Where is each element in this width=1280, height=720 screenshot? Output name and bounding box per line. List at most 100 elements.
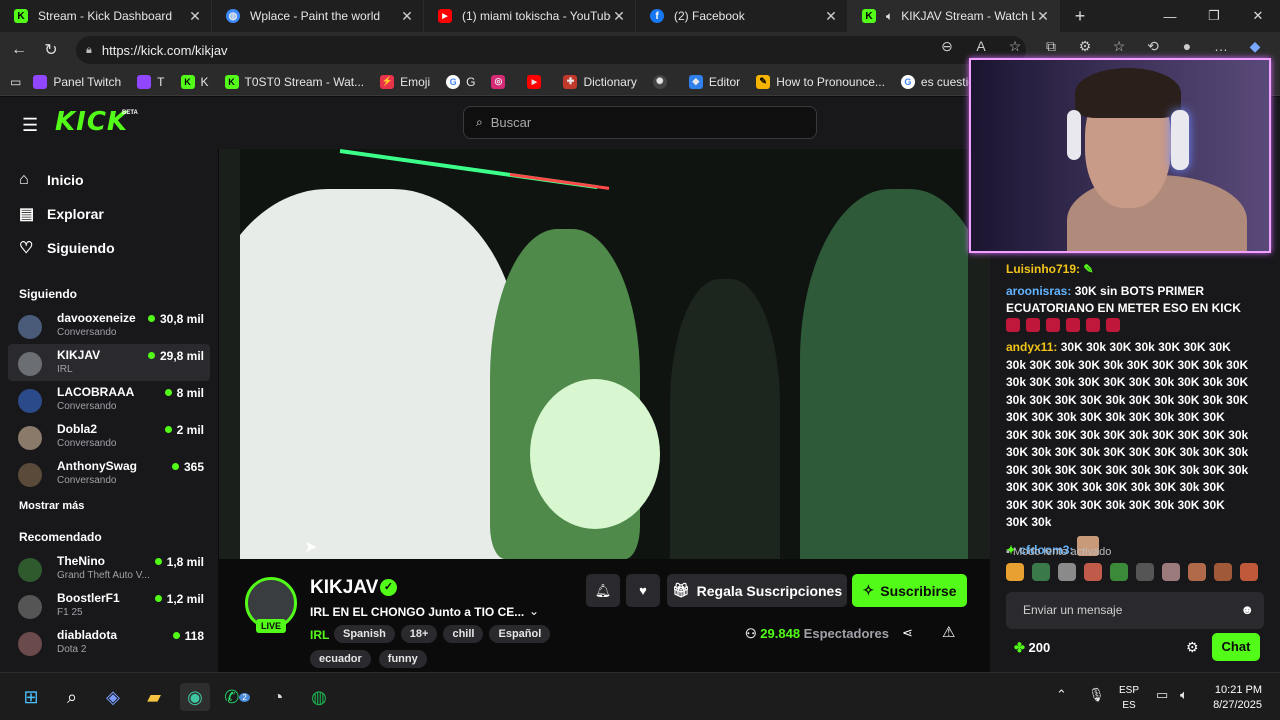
close-tab-icon[interactable]: ✕: [187, 8, 203, 25]
zoom-icon[interactable]: ⊖: [930, 38, 964, 55]
site-info-icon[interactable]: 🔒︎: [86, 44, 92, 57]
history-icon[interactable]: ⟲: [1136, 38, 1170, 55]
emote-icon[interactable]: [1032, 563, 1050, 581]
network-icon[interactable]: ▭: [1156, 687, 1168, 703]
extensions-icon[interactable]: ⧉: [1034, 38, 1068, 55]
close-tab-icon[interactable]: ✕: [823, 8, 839, 25]
bookmark-google[interactable]: GG: [446, 74, 475, 89]
channel-item[interactable]: KIKJAV IRL 29,8 mil: [8, 344, 210, 381]
menu-icon[interactable]: ☰: [22, 115, 38, 136]
tag[interactable]: Español: [489, 625, 551, 643]
maximize-icon[interactable]: ❐: [1192, 0, 1236, 32]
app-icon[interactable]: ◈: [98, 683, 128, 711]
emoji-picker-icon[interactable]: ☻: [1240, 602, 1254, 617]
follow-button[interactable]: ♥: [626, 574, 660, 607]
tab-kikjav-stream[interactable]: K 🔈︎ KIKJAV Stream - Watch Live ✕: [848, 0, 1060, 32]
emote-icon[interactable]: [1110, 563, 1128, 581]
show-more-link[interactable]: Mostrar más: [19, 500, 218, 512]
gift-subs-button[interactable]: 🎁︎ Regala Suscripciones: [667, 574, 847, 607]
channel-item[interactable]: diabladota Dota 2 118: [8, 624, 210, 661]
kick-logo[interactable]: KICK: [55, 107, 128, 137]
copilot-icon[interactable]: ◆: [1238, 38, 1272, 55]
bookmark-editor[interactable]: ◆ Editor: [688, 74, 740, 89]
bookmark-dictionary[interactable]: ✚ Dictionary: [563, 74, 637, 89]
emote-icon[interactable]: [1006, 563, 1024, 581]
input-language[interactable]: ESP ES: [1118, 683, 1140, 713]
spotify-icon[interactable]: ◍: [304, 683, 334, 711]
read-aloud-icon[interactable]: A: [964, 38, 998, 55]
chat-settings-icon[interactable]: ⚙: [1186, 639, 1199, 656]
edge-browser-icon[interactable]: ◉: [180, 683, 210, 711]
extension-icon[interactable]: ⚙: [1068, 38, 1102, 55]
obs-icon[interactable]: ◔: [263, 683, 293, 711]
tab-youtube[interactable]: ▶ (1) miami tokischa - YouTube ✕: [424, 0, 636, 32]
bookmark-how-to-pronounce[interactable]: ✎ How to Pronounce...: [756, 74, 885, 89]
video-player[interactable]: ➤: [219, 149, 990, 559]
close-tab-icon[interactable]: ✕: [611, 8, 627, 25]
close-tab-icon[interactable]: ✕: [1035, 8, 1051, 25]
close-window-icon[interactable]: ✕: [1236, 0, 1280, 32]
whatsapp-icon[interactable]: ✆ 2: [222, 683, 252, 711]
emote-icon[interactable]: [1214, 563, 1232, 581]
channel-item[interactable]: Dobla2 Conversando 2 mil: [8, 418, 210, 455]
favorites-icon[interactable]: ☆: [1102, 38, 1136, 55]
sidebar-item-explorar[interactable]: ▤ Explorar: [0, 197, 218, 231]
favorite-star-icon[interactable]: ☆: [998, 38, 1032, 55]
volume-icon[interactable]: 🔈︎: [1180, 687, 1188, 703]
share-icon[interactable]: ⋖: [902, 625, 913, 641]
speaker-icon[interactable]: 🔈︎: [886, 9, 893, 24]
bookmark-instagram[interactable]: ◎: [491, 74, 511, 89]
tab-wplace[interactable]: ◍ Wplace - Paint the world ✕: [212, 0, 424, 32]
more-menu-icon[interactable]: …: [1204, 38, 1238, 55]
tab-kick-dashboard[interactable]: K Stream - Kick Dashboard ✕: [0, 0, 212, 32]
emote-icon[interactable]: [1136, 563, 1154, 581]
new-tab-button[interactable]: +: [1060, 6, 1100, 27]
close-tab-icon[interactable]: ✕: [399, 8, 415, 25]
tag[interactable]: 18+: [400, 625, 438, 643]
bookmark-emoji[interactable]: ⚡ Emoji: [380, 74, 430, 89]
subscribe-button[interactable]: ✧ Suscribirse: [852, 574, 967, 607]
tag[interactable]: ecuador: [310, 650, 371, 668]
system-clock[interactable]: 10:21 PM 8/27/2025: [1200, 683, 1262, 713]
profile-avatar-icon[interactable]: ●: [1170, 38, 1204, 55]
emote-icon[interactable]: [1084, 563, 1102, 581]
search-icon[interactable]: ⌕: [57, 683, 87, 711]
tag[interactable]: Spanish: [334, 625, 395, 643]
back-icon[interactable]: ←: [3, 41, 35, 59]
sidebar-item-inicio[interactable]: ⌂ Inicio: [0, 163, 218, 197]
notification-bell-button[interactable]: 🔔︎: [586, 574, 620, 607]
channel-item[interactable]: BoostlerF1 F1 25 1,2 mil: [8, 587, 210, 624]
url-field[interactable]: 🔒︎ https://kick.com/kikjav: [76, 36, 1026, 64]
channel-item[interactable]: davooxeneize Conversando 30,8 mil: [8, 307, 210, 344]
emote-icon[interactable]: [1162, 563, 1180, 581]
channel-item[interactable]: LACOBRAAA Conversando 8 mil: [8, 381, 210, 418]
channel-item[interactable]: TheNino Grand Theft Auto V... 1,8 mil: [8, 550, 210, 587]
chat-send-button[interactable]: Chat: [1212, 633, 1260, 661]
channel-points[interactable]: ✤ 200: [1014, 640, 1050, 656]
bookmark-k[interactable]: KK: [180, 74, 209, 89]
tab-facebook[interactable]: f (2) Facebook ✕: [636, 0, 848, 32]
file-explorer-icon[interactable]: ▰: [139, 683, 169, 711]
channel-item[interactable]: AnthonySwag Conversando 365: [8, 455, 210, 492]
emote-icon[interactable]: [1058, 563, 1076, 581]
bookmark-panel-twitch[interactable]: Panel Twitch: [33, 74, 121, 89]
sidebar-item-siguiendo[interactable]: ♡ Siguiendo: [0, 231, 218, 265]
chevron-down-icon[interactable]: ⌄: [529, 604, 539, 618]
bookmark-youtube[interactable]: ▶: [527, 74, 547, 89]
tag[interactable]: chill: [443, 625, 484, 643]
chat-message-input[interactable]: Enviar un mensaje ☻: [1006, 592, 1264, 629]
video-frame[interactable]: [240, 149, 968, 559]
microphone-icon[interactable]: 🎙︎: [1088, 687, 1105, 703]
streamer-name[interactable]: KIKJAV: [310, 577, 378, 599]
search-input[interactable]: ⌕ Buscar: [463, 106, 817, 139]
stream-category[interactable]: IRL: [310, 628, 329, 642]
minimize-icon[interactable]: —: [1148, 0, 1192, 32]
bookmarks-folder-icon[interactable]: ▭: [10, 75, 21, 89]
tag[interactable]: funny: [378, 650, 427, 668]
tray-expand-icon[interactable]: ⌃: [1056, 687, 1067, 703]
emote-icon[interactable]: [1240, 563, 1258, 581]
bookmark-openai[interactable]: ✺: [652, 74, 673, 89]
report-icon[interactable]: ⚠: [942, 623, 955, 641]
bookmark-t[interactable]: T: [137, 74, 165, 89]
windows-start-icon[interactable]: ⊞: [16, 683, 46, 711]
